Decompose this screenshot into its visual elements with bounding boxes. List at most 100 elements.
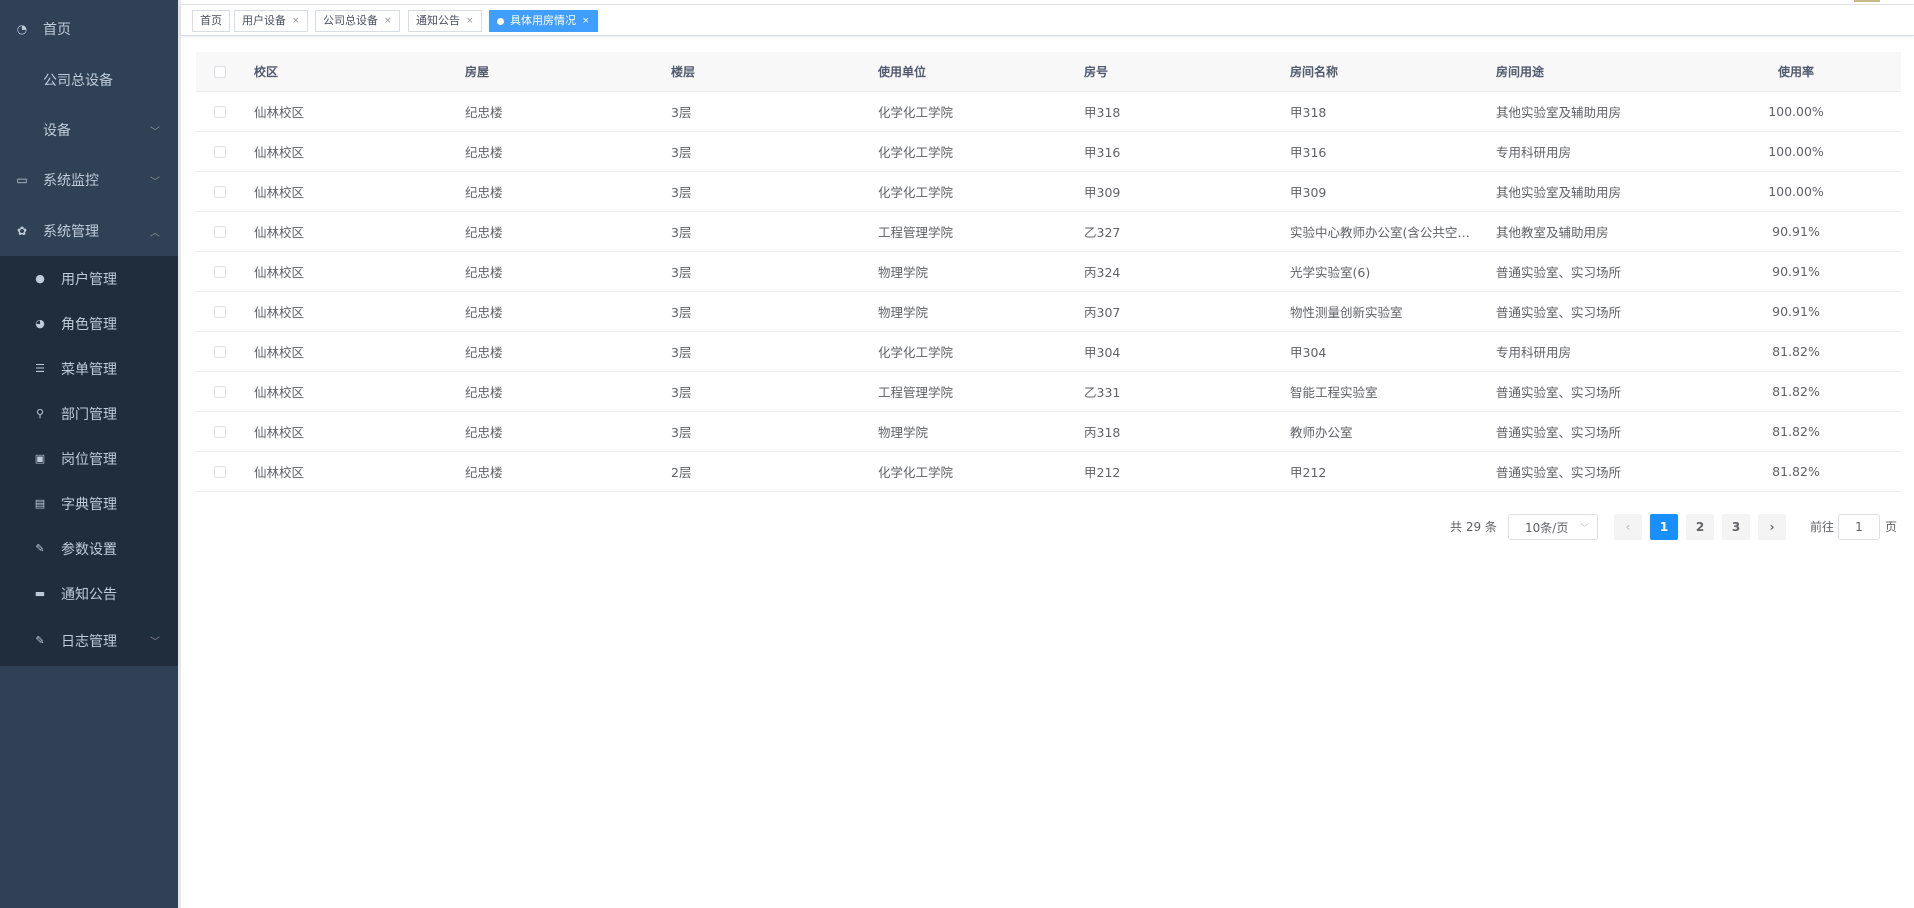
post-icon: ▣ xyxy=(34,452,46,465)
close-icon[interactable]: × xyxy=(466,11,474,31)
page-size-select[interactable]: 10条/页 ﹀ xyxy=(1508,514,1598,540)
tag-label: 公司总设备 xyxy=(323,14,378,27)
column-header-room-no[interactable]: 房号 xyxy=(1084,52,1284,91)
cell-building: 纪忠楼 xyxy=(465,145,503,160)
cell-building: 纪忠楼 xyxy=(465,465,503,480)
row-checkbox[interactable] xyxy=(214,332,228,371)
cell-unit: 物理学院 xyxy=(878,425,929,440)
table-row[interactable]: 仙林校区 纪忠楼 3层 工程管理学院 乙327 实验中心教师办公室(含公共空… 其他教室及辅… xyxy=(196,212,1901,252)
row-checkbox[interactable] xyxy=(214,292,228,331)
column-header-unit[interactable]: 使用单位 xyxy=(878,52,1078,91)
next-page-button[interactable]: › xyxy=(1758,514,1786,540)
sidebar-item-user-management[interactable]: ● 用户管理 xyxy=(0,256,178,301)
row-checkbox[interactable] xyxy=(214,452,228,491)
cell-room-purpose: 普通实验室、实习场所 xyxy=(1496,425,1622,440)
cell-room-name: 智能工程实验室 xyxy=(1290,385,1378,400)
column-header-room-purpose[interactable]: 房间用途 xyxy=(1496,52,1696,91)
row-checkbox[interactable] xyxy=(214,252,228,291)
sidebar-item-dept-management[interactable]: ⚲ 部门管理 xyxy=(0,391,178,436)
cell-room-purpose: 其他实验室及辅助用房 xyxy=(1496,105,1622,120)
cell-building: 纪忠楼 xyxy=(465,385,503,400)
table-row[interactable]: 仙林校区 纪忠楼 3层 化学化工学院 甲318 甲318 其他实验室及辅助用房 100.00% xyxy=(196,92,1901,132)
sidebar-item-menu-management[interactable]: ☰ 菜单管理 xyxy=(0,346,178,391)
sidebar-item-label: 通知公告 xyxy=(61,586,117,603)
column-header-room-name[interactable]: 房间名称 xyxy=(1290,52,1490,91)
tag-notice[interactable]: 通知公告 × xyxy=(408,10,482,32)
cell-floor: 3层 xyxy=(671,185,692,200)
row-checkbox[interactable] xyxy=(214,372,228,411)
column-header-usage-rate[interactable]: 使用率 xyxy=(1696,52,1896,91)
table-row[interactable]: 仙林校区 纪忠楼 3层 工程管理学院 乙331 智能工程实验室 普通实验室、实习场所 81.8… xyxy=(196,372,1901,412)
menu-item-system-monitor[interactable]: ▭ 系统监控 ﹀ xyxy=(0,155,178,205)
cell-room-purpose: 普通实验室、实习场所 xyxy=(1496,385,1622,400)
tag-user-devices[interactable]: 用户设备 × xyxy=(234,10,308,32)
menu-item-devices[interactable]: 设备 ﹀ xyxy=(0,105,178,155)
cell-building: 纪忠楼 xyxy=(465,185,503,200)
menu-item-label: 设备 xyxy=(43,123,71,139)
tag-company-devices[interactable]: 公司总设备 × xyxy=(315,10,400,32)
prev-page-button[interactable]: ‹ xyxy=(1614,514,1642,540)
cell-floor: 3层 xyxy=(671,145,692,160)
peoples-icon: ◕ xyxy=(35,317,45,330)
close-icon[interactable]: × xyxy=(384,11,392,31)
cell-unit: 化学化工学院 xyxy=(878,105,954,120)
cell-room-purpose: 普通实验室、实习场所 xyxy=(1496,265,1622,280)
sidebar-item-post-management[interactable]: ▣ 岗位管理 xyxy=(0,436,178,481)
goto-suffix: 页 xyxy=(1885,520,1898,534)
chevron-up-icon: ︿ xyxy=(150,227,160,239)
sidebar-item-label: 角色管理 xyxy=(61,316,117,333)
page-button-3[interactable]: 3 xyxy=(1722,514,1750,540)
cell-floor: 3层 xyxy=(671,225,692,240)
row-checkbox[interactable] xyxy=(214,172,228,211)
cell-room-no: 甲304 xyxy=(1084,345,1121,360)
message-icon: ▬ xyxy=(34,587,46,600)
cell-room-name: 甲212 xyxy=(1290,465,1327,480)
row-checkbox[interactable] xyxy=(214,212,228,251)
sidebar-item-dict-management[interactable]: ▤ 字典管理 xyxy=(0,481,178,526)
close-icon[interactable]: × xyxy=(292,11,300,31)
table-row[interactable]: 仙林校区 纪忠楼 3层 化学化工学院 甲309 甲309 其他实验室及辅助用房 100.00% xyxy=(196,172,1901,212)
cell-unit: 化学化工学院 xyxy=(878,345,954,360)
table-row[interactable]: 仙林校区 纪忠楼 3层 物理学院 丙318 教师办公室 普通实验室、实习场所 81.82% xyxy=(196,412,1901,452)
pagination-total: 共 29 条 xyxy=(1450,520,1497,534)
sidebar-item-config[interactable]: ✎ 参数设置 xyxy=(0,526,178,571)
select-all-checkbox[interactable] xyxy=(214,52,228,91)
sidebar-item-label: 字典管理 xyxy=(61,496,117,513)
row-checkbox[interactable] xyxy=(214,92,228,131)
tag-home[interactable]: 首页 xyxy=(192,10,230,32)
sidebar-item-log-management[interactable]: ✎ 日志管理 ﹀ xyxy=(0,618,178,663)
column-header-building[interactable]: 房屋 xyxy=(465,52,665,91)
avatar[interactable] xyxy=(1854,0,1880,2)
cell-usage-rate: 81.82% xyxy=(1772,384,1820,399)
menu-item-system-management[interactable]: ✿ 系统管理 ︿ xyxy=(0,206,178,256)
close-icon[interactable]: × xyxy=(582,11,590,31)
row-checkbox[interactable] xyxy=(214,412,228,451)
table-row[interactable]: 仙林校区 纪忠楼 2层 化学化工学院 甲212 甲212 普通实验室、实习场所 81.82% xyxy=(196,452,1901,492)
cell-campus: 仙林校区 xyxy=(254,145,305,160)
table-row[interactable]: 仙林校区 纪忠楼 3层 化学化工学院 甲316 甲316 专用科研用房 100.00% xyxy=(196,132,1901,172)
menu-item-label: 公司总设备 xyxy=(43,73,113,89)
cell-unit: 工程管理学院 xyxy=(878,225,954,240)
sidebar-item-label: 部门管理 xyxy=(61,406,117,423)
page-button-1[interactable]: 1 xyxy=(1650,514,1678,540)
menu-item-company-devices[interactable]: 公司总设备 xyxy=(0,55,178,105)
tag-label: 具体用房情况 xyxy=(510,14,576,27)
goto-page-input[interactable]: 1 xyxy=(1838,514,1880,540)
chevron-down-icon: ﹀ xyxy=(1579,524,1589,534)
table-row[interactable]: 仙林校区 纪忠楼 3层 物理学院 丙324 光学实验室(6) 普通实验室、实习场所 90.91… xyxy=(196,252,1901,292)
tag-room-usage-detail[interactable]: 具体用房情况 × xyxy=(489,10,598,32)
column-header-floor[interactable]: 楼层 xyxy=(671,52,871,91)
column-header-campus[interactable]: 校区 xyxy=(254,52,454,91)
sidebar-item-role-management[interactable]: ◕ 角色管理 xyxy=(0,301,178,346)
table-row[interactable]: 仙林校区 纪忠楼 3层 化学化工学院 甲304 甲304 专用科研用房 81.82% xyxy=(196,332,1901,372)
dashboard-icon: ◔ xyxy=(16,22,28,36)
cell-building: 纪忠楼 xyxy=(465,425,503,440)
edit-icon: ✎ xyxy=(35,542,45,555)
sidebar: ◔ 首页 公司总设备 设备 ﹀ ▭ 系统监控 ﹀ ✿ 系统管理 ︿ ● 用户管理… xyxy=(0,0,181,908)
row-checkbox[interactable] xyxy=(214,132,228,171)
page-button-2[interactable]: 2 xyxy=(1686,514,1714,540)
cell-building: 纪忠楼 xyxy=(465,105,503,120)
sidebar-item-notice[interactable]: ▬ 通知公告 xyxy=(0,571,178,616)
table-row[interactable]: 仙林校区 纪忠楼 3层 物理学院 丙307 物性测量创新实验室 普通实验室、实习场所 90.9… xyxy=(196,292,1901,332)
menu-item-home[interactable]: ◔ 首页 xyxy=(0,4,178,54)
